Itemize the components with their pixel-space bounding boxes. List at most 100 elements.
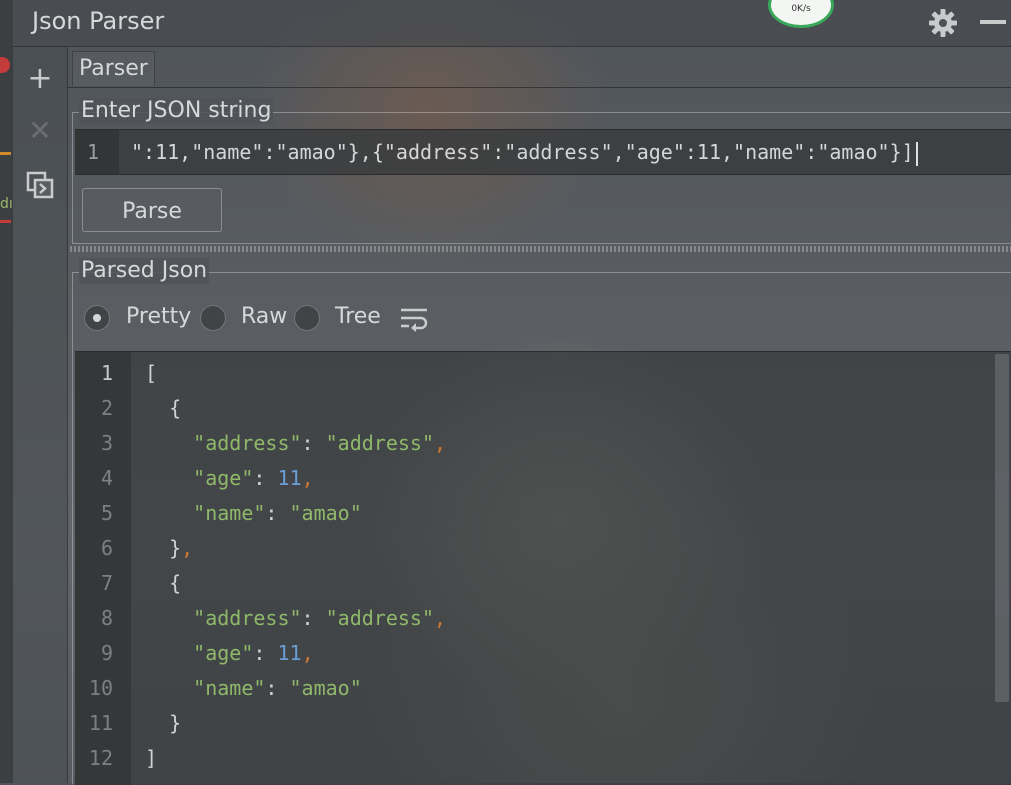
code-token: , <box>434 431 447 455</box>
code-token: 11 <box>277 641 302 665</box>
radio-selected-dot <box>93 314 101 322</box>
line-number: 9 <box>100 641 113 665</box>
json-input-editor[interactable]: 1 ":11,"name":"amao"},{"address":"addres… <box>75 129 1011 175</box>
code-token: { <box>169 396 182 420</box>
code-text: { <box>145 391 181 426</box>
radio-pretty-label[interactable]: Pretty <box>126 303 191 331</box>
warning-marker <box>0 152 11 155</box>
code-token: } <box>169 536 182 560</box>
code-line: 10 "name": "amao" <box>75 671 975 706</box>
text-caret <box>915 141 918 166</box>
input-group-title: Enter JSON string <box>79 98 274 124</box>
code-token: "amao" <box>289 676 362 700</box>
radio-tree[interactable] <box>294 305 320 331</box>
code-line: 6 }, <box>75 531 975 566</box>
code-token: "address" <box>325 431 435 455</box>
code-line: 12] <box>75 741 975 776</box>
parsed-json-editor[interactable]: 1[2 {3 "address": "address", 4 "age": 11,… <box>75 351 1011 785</box>
code-text: "address": "address", <box>145 426 446 461</box>
line-number: 1 <box>87 140 100 164</box>
code-line: 1[ <box>75 356 975 391</box>
background-text-fragment: dı <box>0 196 13 212</box>
line-number: 5 <box>100 501 113 525</box>
code-line: 4 "age": 11, <box>75 461 975 496</box>
code-text: "age": 11, <box>145 461 314 496</box>
code-token: : <box>301 606 326 630</box>
code-token: : <box>265 676 290 700</box>
code-token: : <box>253 641 278 665</box>
code-token: , <box>181 536 194 560</box>
code-token: "address" <box>193 431 302 455</box>
plus-icon[interactable]: + <box>26 64 54 94</box>
parse-button[interactable]: Parse <box>82 188 222 232</box>
code-line: 7 { <box>75 566 975 601</box>
code-text: ] <box>145 741 157 776</box>
code-token: "address" <box>325 606 435 630</box>
tab-strip: Parser <box>68 47 1011 88</box>
line-number: 12 <box>88 746 113 770</box>
splitter-handle[interactable] <box>70 246 1011 252</box>
line-number: 8 <box>100 606 113 630</box>
code-text: "name": "amao" <box>145 496 362 531</box>
input-line-gutter: 1 <box>75 130 119 174</box>
input-group: Enter JSON string 1 ":11,"name":"amao"},… <box>72 98 1011 244</box>
json-input-text[interactable]: ":11,"name":"amao"},{"address":"address"… <box>131 130 918 174</box>
error-marker <box>0 57 10 73</box>
code-token: { <box>169 571 182 595</box>
line-number: 3 <box>100 431 113 455</box>
window-title: Json Parser <box>32 7 165 35</box>
code-token: : <box>265 501 290 525</box>
title-bar: Json Parser 0K/s <box>12 0 1011 47</box>
line-number: 2 <box>100 396 113 420</box>
line-number: 6 <box>100 536 113 560</box>
radio-raw[interactable] <box>200 305 226 331</box>
radio-raw-label[interactable]: Raw <box>241 303 287 331</box>
code-token: } <box>169 711 182 735</box>
code-text: } <box>145 706 181 741</box>
code-token: ] <box>145 746 158 770</box>
line-number: 1 <box>100 361 113 385</box>
output-group: Parsed Json Pretty Raw Tree 1[2 {3 "addr… <box>72 258 1011 785</box>
soft-wrap-icon[interactable] <box>399 305 429 333</box>
restore-window-icon[interactable] <box>26 171 54 199</box>
line-number: 7 <box>100 571 113 595</box>
code-token: "name" <box>193 676 266 700</box>
vertical-scrollbar[interactable] <box>995 354 1009 702</box>
tool-window-toolbar: + ✕ <box>12 47 68 783</box>
code-line: 5 "name": "amao" <box>75 496 975 531</box>
code-token: "address" <box>193 606 302 630</box>
error-underline <box>0 220 11 223</box>
line-number: 4 <box>100 466 113 490</box>
code-line: 9 "age": 11, <box>75 636 975 671</box>
line-number: 10 <box>88 676 113 700</box>
code-text: "age": 11, <box>145 636 313 671</box>
code-text: "address": "address", <box>145 601 446 636</box>
code-line: 2 { <box>75 391 975 426</box>
tab-parser[interactable]: Parser <box>72 51 155 86</box>
code-token: "name" <box>193 501 266 525</box>
code-line: 3 "address": "address", <box>75 426 975 461</box>
code-token: : <box>301 431 326 455</box>
code-line: 8 "address": "address", <box>75 601 975 636</box>
code-token: "amao" <box>289 501 362 525</box>
gear-icon[interactable] <box>928 8 958 38</box>
code-token: 11 <box>277 466 302 490</box>
json-input-value: ":11,"name":"amao"},{"address":"address"… <box>131 140 914 164</box>
line-number: 11 <box>88 711 113 735</box>
code-token: , <box>434 606 447 630</box>
code-text: { <box>145 566 181 601</box>
code-text: [ <box>145 356 157 391</box>
code-token: "age" <box>193 641 254 665</box>
code-token: , <box>301 466 314 490</box>
close-icon[interactable]: ✕ <box>26 117 54 145</box>
code-token: : <box>253 466 278 490</box>
code-token: "age" <box>193 466 254 490</box>
code-token: [ <box>145 361 158 385</box>
minimize-icon[interactable] <box>980 20 1006 24</box>
radio-pretty[interactable] <box>84 305 110 331</box>
output-group-title: Parsed Json <box>79 258 210 284</box>
network-speed-widget: 0K/s <box>768 0 834 28</box>
network-speed-value: 0K/s <box>791 4 811 14</box>
code-text: "name": "amao" <box>145 671 362 706</box>
radio-tree-label[interactable]: Tree <box>335 303 381 331</box>
